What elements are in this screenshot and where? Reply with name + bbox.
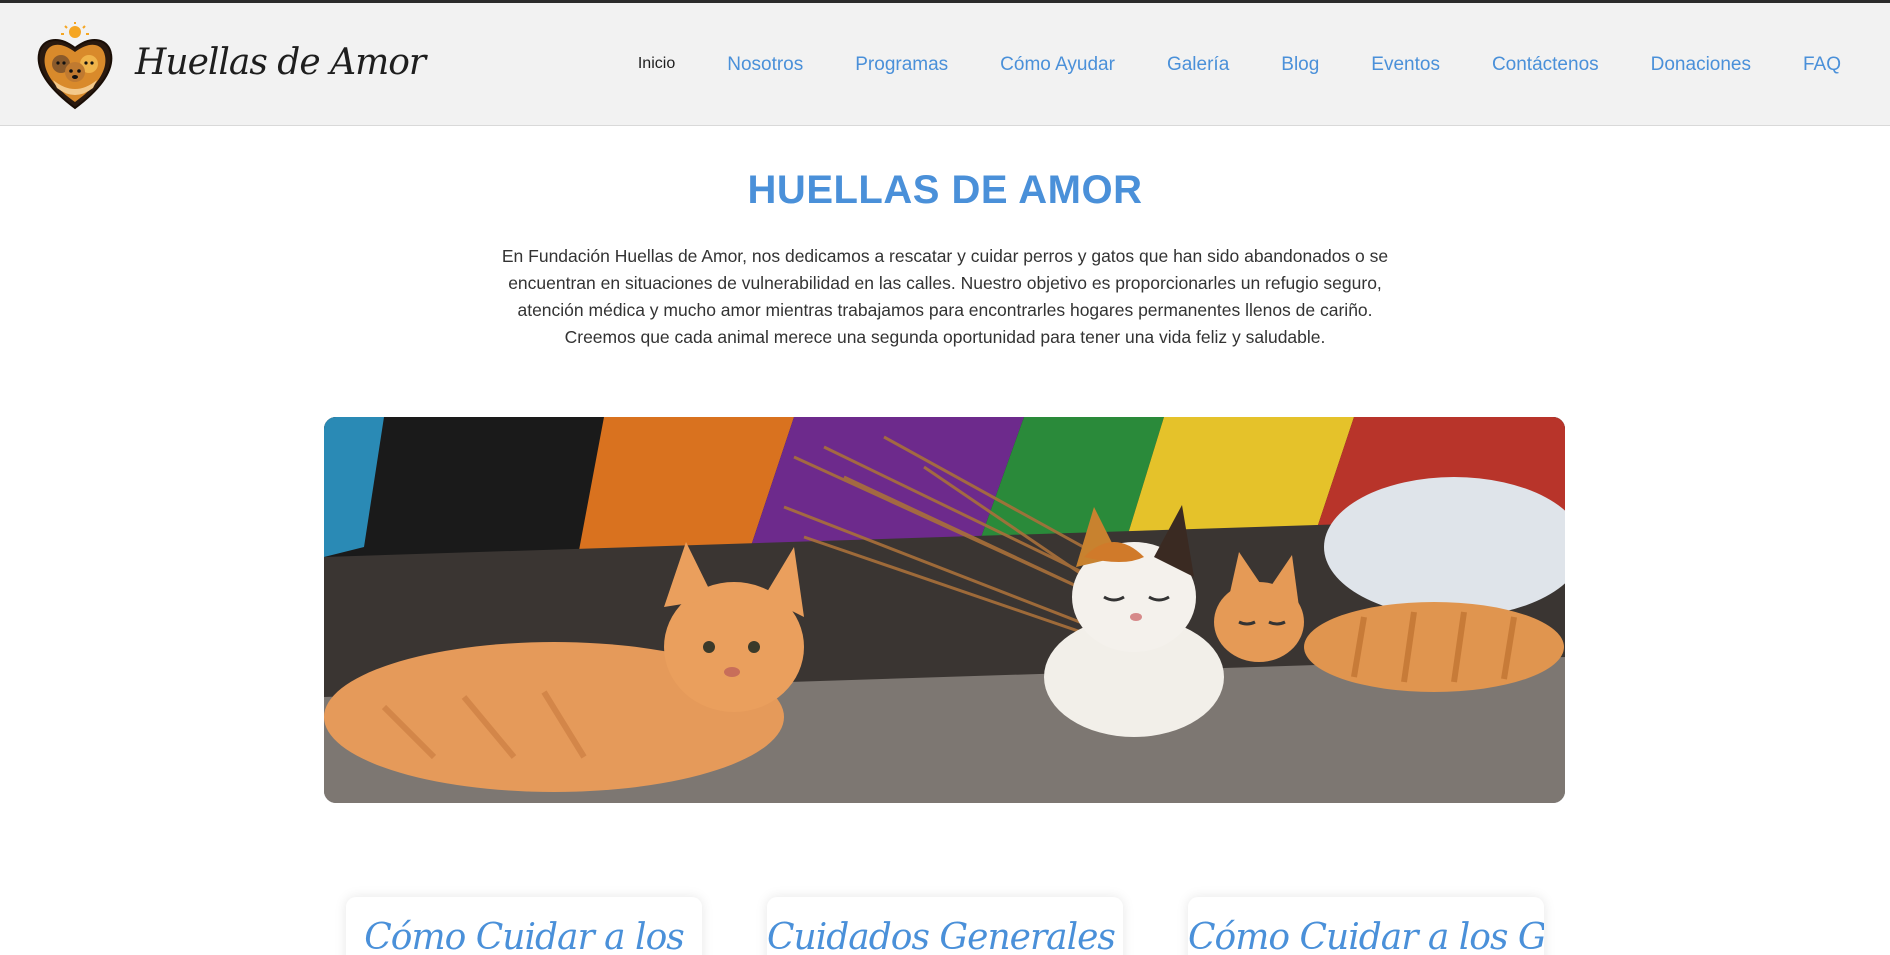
card-cuidar-gatos[interactable]: Cómo Cuidar a los Gatos <box>1188 897 1544 955</box>
intro-paragraph: En Fundación Huellas de Amor, nos dedica… <box>501 246 1389 347</box>
nav-item-contactenos[interactable]: Contáctenos <box>1492 54 1599 76</box>
page-title: HUELLAS DE AMOR <box>747 168 1143 212</box>
card-cuidados-generales[interactable]: Cuidados Generales para <box>767 897 1123 955</box>
brand-name[interactable]: Huellas de Amor <box>135 33 426 93</box>
heart-paw-logo-icon[interactable] <box>35 22 115 110</box>
card-title: Cómo Cuidar a los Gatos <box>1188 917 1544 955</box>
hero-photo-cats <box>324 417 1565 803</box>
nav-item-nosotros[interactable]: Nosotros <box>727 54 803 76</box>
nav-item-faq[interactable]: FAQ <box>1803 54 1841 76</box>
nav-item-como-ayudar[interactable]: Cómo Ayudar <box>1000 54 1115 76</box>
nav-item-donaciones[interactable]: Donaciones <box>1651 54 1751 76</box>
site-header: Huellas de Amor Inicio Nosotros Programa… <box>0 3 1890 126</box>
card-title: Cómo Cuidar a los <box>364 917 684 955</box>
nav-item-inicio[interactable]: Inicio <box>638 55 675 73</box>
card-cuidar-perros[interactable]: Cómo Cuidar a los <box>346 897 702 955</box>
main-nav: Inicio Nosotros Programas Cómo Ayudar Ga… <box>638 3 1841 126</box>
nav-item-programas[interactable]: Programas <box>855 54 948 76</box>
nav-item-eventos[interactable]: Eventos <box>1371 54 1440 76</box>
nav-item-galeria[interactable]: Galería <box>1167 54 1229 76</box>
nav-item-blog[interactable]: Blog <box>1281 54 1319 76</box>
card-title: Cuidados Generales para <box>767 917 1123 955</box>
